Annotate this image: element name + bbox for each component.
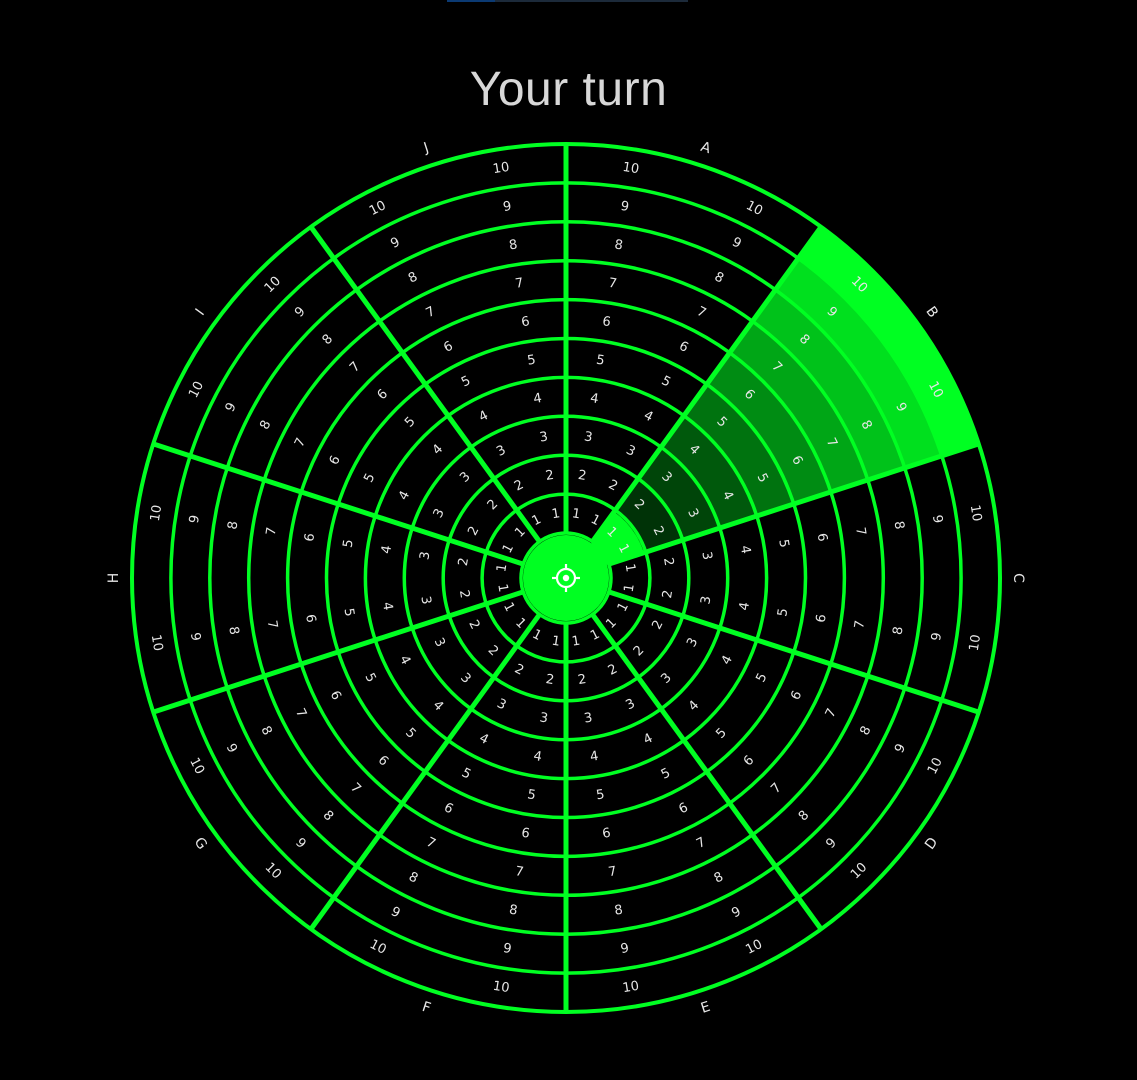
- radar-target-board[interactable]: 1234567891012345678910123456789101234567…: [0, 0, 1137, 1080]
- board-cell-H-3[interactable]: [404, 528, 449, 628]
- ring-number-label: 10: [622, 979, 641, 996]
- sector-label-C: C: [1010, 573, 1026, 583]
- sector-label-F: F: [420, 999, 433, 1017]
- ring-number-label: 10: [967, 504, 984, 523]
- sector-label-J: J: [421, 140, 431, 157]
- ring-number-label: 10: [148, 634, 165, 653]
- ring-number-label: 10: [622, 160, 641, 177]
- board-center[interactable]: [523, 535, 609, 621]
- sector-label-A: A: [699, 139, 713, 157]
- ring-number-label: 10: [492, 160, 511, 177]
- ring-number-label: 10: [492, 979, 511, 996]
- sector-label-G: G: [191, 835, 210, 853]
- board-cell-C-3[interactable]: [683, 528, 728, 628]
- sector-label-E: E: [699, 999, 712, 1017]
- sector-label-I: I: [193, 306, 208, 319]
- board-cell-C-2[interactable]: [646, 540, 689, 616]
- sector-label-B: B: [922, 304, 941, 321]
- sector-label-H: H: [106, 573, 122, 584]
- ring-number-label: 10: [148, 504, 165, 523]
- board-cell-H-2[interactable]: [443, 540, 486, 616]
- sector-label-D: D: [922, 835, 941, 853]
- ring-number-label: 10: [967, 634, 984, 653]
